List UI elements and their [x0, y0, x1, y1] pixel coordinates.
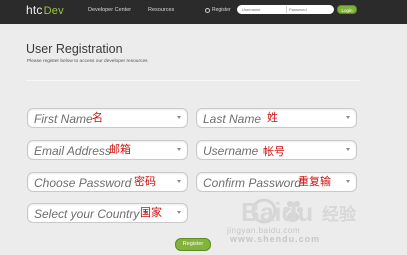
chevron-down-icon — [346, 116, 350, 119]
page-subtitle: Please register below to access our deve… — [27, 59, 148, 64]
email-placeholder: Email Address — [34, 144, 111, 158]
nav-developer-center[interactable]: Developer Center — [88, 7, 131, 13]
confirm-password-placeholder: Confirm Password — [203, 176, 302, 190]
username-placeholder: Username — [203, 144, 259, 158]
country-placeholder: Select your Country * — [34, 207, 147, 221]
logo-dev-text: Dev — [43, 5, 64, 17]
chevron-down-icon — [346, 180, 350, 183]
watermark-site: www.shendu.com — [230, 234, 321, 244]
username-field[interactable]: Username 帐号 — [196, 140, 357, 160]
login-fields — [237, 5, 334, 14]
watermark-brand-cn: 经验 — [322, 204, 357, 225]
chevron-down-icon — [177, 180, 181, 183]
login-password-input[interactable] — [287, 6, 332, 13]
register-link[interactable]: Register — [212, 7, 231, 13]
chevron-down-icon — [346, 148, 350, 151]
choose-password-field[interactable]: Choose Password 密码 — [27, 172, 188, 192]
logo-htc-text: htc — [26, 3, 43, 17]
last-name-placeholder: Last Name — [203, 112, 262, 126]
login-button[interactable]: Login — [337, 5, 357, 14]
confirm-password-annotation: 重复输 — [298, 176, 331, 188]
country-select[interactable]: Select your Country * 国家 — [27, 203, 188, 223]
password-annotation: 密码 — [134, 176, 156, 188]
watermark-brand: Baidu — [241, 197, 313, 227]
htcdev-logo[interactable]: htcDev — [26, 3, 64, 17]
chevron-down-icon — [177, 116, 181, 119]
chevron-down-icon — [177, 211, 181, 214]
nav-resources[interactable]: Resources — [148, 7, 174, 13]
email-field[interactable]: Email Address 邮箱 — [27, 140, 188, 160]
last-name-field[interactable]: Last Name 姓 — [196, 108, 357, 128]
chevron-down-icon — [177, 148, 181, 151]
email-annotation: 邮箱 — [109, 144, 131, 156]
user-icon — [205, 8, 210, 13]
page-title: User Registration — [26, 42, 123, 56]
baidu-watermark: Baidu 经验 jingyan.baidu.com — [226, 197, 357, 235]
register-button[interactable]: Register — [175, 238, 211, 251]
country-placeholder-text: Select your Country — [34, 207, 140, 221]
login-username-input[interactable] — [240, 6, 285, 13]
first-name-placeholder: First Name — [34, 112, 93, 126]
country-annotation: 国家 — [140, 207, 162, 219]
first-name-annotation: 名 — [92, 112, 103, 124]
top-navigation-bar: htcDev Developer Center Resources Regist… — [0, 0, 407, 24]
username-annotation: 帐号 — [263, 146, 285, 158]
divider — [26, 80, 360, 81]
choose-password-placeholder: Choose Password — [34, 176, 132, 190]
first-name-field[interactable]: First Name 名 — [27, 108, 188, 128]
last-name-annotation: 姓 — [267, 112, 278, 124]
